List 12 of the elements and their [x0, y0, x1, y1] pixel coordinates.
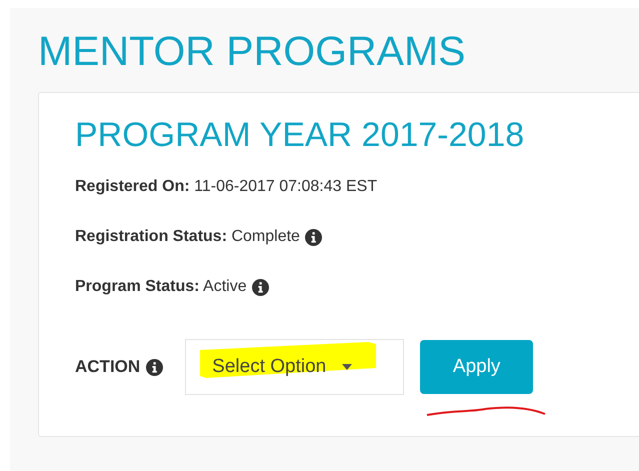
- page-title: MENTOR PROGRAMS: [38, 27, 466, 76]
- field-text: Program Status: Active: [75, 277, 247, 297]
- field-text: Registered On: 11-06-2017 07:08:43 EST: [75, 177, 378, 197]
- action-label: ACTION: [75, 356, 140, 378]
- info-icon[interactable]: [146, 358, 164, 376]
- select-dropdown[interactable]: Select Option: [185, 339, 404, 395]
- info-icon[interactable]: [252, 278, 269, 296]
- info-icon[interactable]: [304, 228, 322, 246]
- field-text: Registration Status: Complete: [75, 227, 300, 247]
- select-placeholder: Select Option: [212, 354, 326, 379]
- program-title: PROGRAM YEAR 2017-2018: [75, 115, 526, 156]
- caret-icon: [342, 364, 352, 370]
